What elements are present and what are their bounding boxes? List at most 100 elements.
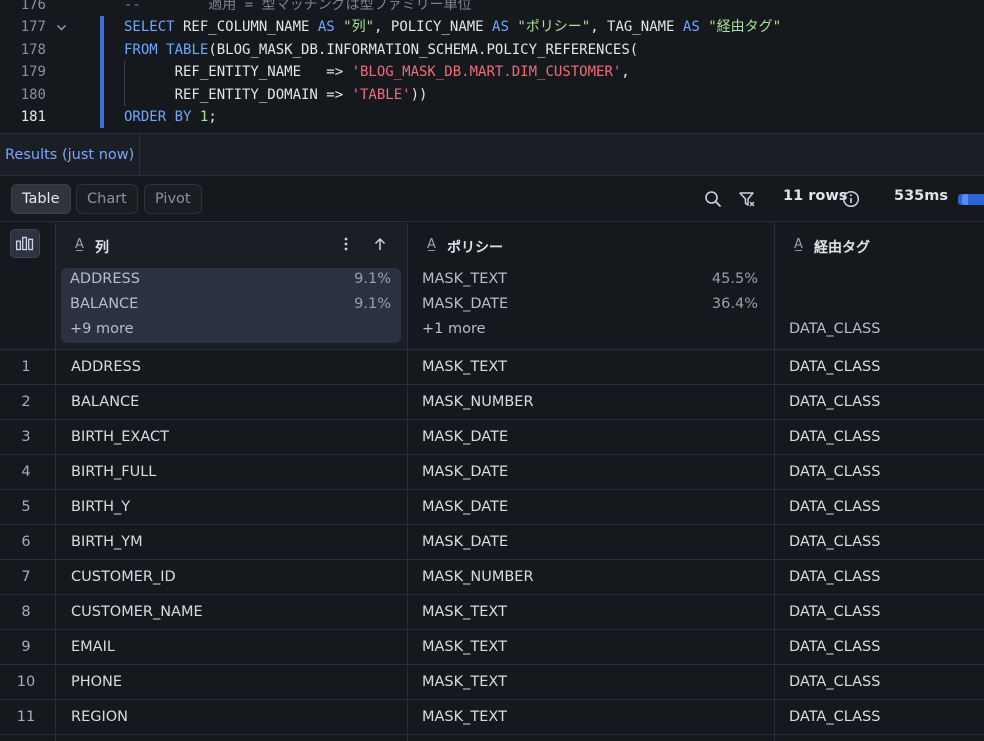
cell-tag[interactable]: DATA_CLASS (789, 525, 880, 560)
fold-chevron-icon[interactable] (56, 22, 67, 33)
cell-policy[interactable]: MASK_TEXT (422, 630, 507, 665)
code-token: "ポリシー" (517, 19, 591, 36)
code-text: ORDER BY 1; (124, 106, 217, 128)
code-line[interactable]: 176 -- 適用 = 型マッチングは型ファミリー単位 (0, 0, 984, 16)
table-row[interactable]: 4 BIRTH_FULL MASK_DATE DATA_CLASS (0, 455, 984, 490)
cell-policy[interactable]: MASK_DATE (422, 525, 508, 560)
chart-view-button[interactable]: Chart (76, 184, 138, 214)
table-row[interactable]: 11 REGION MASK_TEXT DATA_CLASS (0, 700, 984, 735)
cell-tag[interactable]: DATA_CLASS (789, 455, 880, 490)
code-line[interactable]: 179 REF_ENTITY_NAME => 'BLOG_MASK_DB.MAR… (0, 61, 984, 84)
row-number: 4 (21, 464, 31, 480)
cell-tag[interactable]: DATA_CLASS (789, 665, 880, 700)
table-row[interactable]: 7 CUSTOMER_ID MASK_NUMBER DATA_CLASS (0, 560, 984, 595)
code-token: ; (208, 109, 217, 125)
column-divider (55, 350, 56, 741)
duration-bar-segment (962, 194, 968, 205)
code-token: AS (492, 19, 509, 36)
column-divider (407, 350, 408, 741)
table-row[interactable]: 2 BALANCE MASK_NUMBER DATA_CLASS (0, 385, 984, 420)
stat-label: MASK_DATE (422, 296, 509, 312)
cell-policy[interactable]: MASK_TEXT (422, 665, 507, 700)
cell-column[interactable]: REGION (71, 700, 128, 735)
code-line[interactable]: 180 REF_ENTITY_DOMAIN => 'TABLE')) (0, 83, 984, 106)
code-token: AS (317, 19, 335, 36)
table-row[interactable]: 1 ADDRESS MASK_TEXT DATA_CLASS (0, 350, 984, 385)
cell-policy[interactable]: MASK_TEXT (422, 595, 507, 630)
comment-token: -- 適用 = 型マッチングは型ファミリー単位 (124, 0, 472, 13)
info-icon[interactable] (842, 190, 860, 208)
cell-policy[interactable]: MASK_NUMBER (422, 385, 534, 420)
cell-policy[interactable]: MASK_TEXT (422, 350, 507, 385)
cell-policy[interactable]: MASK_NUMBER (422, 560, 534, 595)
column-header-policy[interactable]: A̲ ポリシー MASK_TEXT 45.5% MASK_DATE 36.4% … (408, 223, 775, 350)
cell-column[interactable]: CUSTOMER_ID (71, 560, 176, 595)
cell-tag[interactable]: DATA_CLASS (789, 420, 880, 455)
cell-column[interactable]: BIRTH_YM (71, 525, 143, 560)
code-line[interactable]: 178 FROM TABLE(BLOG_MASK_DB.INFORMATION_S… (0, 38, 984, 62)
row-number: 9 (21, 639, 31, 655)
cell-policy[interactable]: MASK_DATE (422, 420, 508, 455)
cell-tag[interactable]: DATA_CLASS (789, 560, 880, 595)
code-text: SELECT REF_COLUMN_NAME AS "列", POLICY_NA… (124, 16, 781, 38)
more-vertical-icon[interactable] (338, 236, 354, 252)
cell-column[interactable]: BIRTH_Y (71, 490, 130, 525)
line-number: 177 (20, 19, 46, 36)
cell-tag[interactable]: DATA_CLASS (789, 385, 880, 420)
cell-column[interactable]: EMAIL (71, 630, 115, 665)
table-row[interactable]: 9 EMAIL MASK_TEXT DATA_CLASS (0, 630, 984, 665)
cell-tag[interactable]: DATA_CLASS (789, 595, 880, 630)
row-number: 5 (21, 499, 31, 515)
cell-tag[interactable]: DATA_CLASS (789, 490, 880, 525)
column-stats[interactable]: ADDRESS 9.1% BALANCE 9.1% +9 more (61, 268, 401, 343)
table-row[interactable]: 5 BIRTH_Y MASK_DATE DATA_CLASS (0, 490, 984, 525)
stat-label: BALANCE (70, 296, 139, 312)
column-divider (774, 350, 775, 741)
filter-icon[interactable] (738, 190, 756, 208)
code-token: "列" (343, 19, 375, 36)
cell-column[interactable]: BIRTH_EXACT (71, 420, 169, 455)
cell-policy[interactable]: MASK_TEXT (422, 700, 507, 735)
row-number: 7 (21, 569, 31, 585)
column-header-tag[interactable]: A̲ 経由タグ DATA_CLASS (775, 223, 984, 350)
cell-column[interactable]: PHONE (71, 665, 122, 700)
code-line[interactable]: 177 SELECT REF_COLUMN_NAME AS "列", POLICY… (0, 16, 984, 39)
table-view-button[interactable]: Table (11, 184, 71, 214)
column-title: 経由タグ (814, 240, 870, 256)
stat-label: MASK_TEXT (422, 271, 507, 287)
line-number: 178 (20, 41, 46, 58)
cell-tag[interactable]: DATA_CLASS (789, 630, 880, 665)
table-row[interactable]: 8 CUSTOMER_NAME MASK_TEXT DATA_CLASS (0, 595, 984, 630)
row-number: 2 (21, 394, 31, 410)
cell-policy[interactable]: MASK_DATE (422, 455, 508, 490)
code-token: FROM (124, 41, 158, 58)
code-text: FROM TABLE(BLOG_MASK_DB.INFORMATION_SCHE… (124, 39, 638, 61)
cell-column[interactable]: ADDRESS (71, 350, 141, 385)
table-row[interactable]: 6 BIRTH_YM MASK_DATE DATA_CLASS (0, 525, 984, 560)
results-tab[interactable]: Results (just now) (0, 134, 141, 176)
column-header-col[interactable]: A̲ 列 ADDRESS 9.1% BALANCE 9.1% +9 more (56, 223, 408, 350)
search-icon[interactable] (704, 190, 722, 208)
cell-tag[interactable]: DATA_CLASS (789, 700, 880, 735)
sort-ascending-icon[interactable] (372, 236, 388, 252)
row-number: 8 (21, 604, 31, 620)
sql-editor[interactable]: 176 -- 適用 = 型マッチングは型ファミリー単位 177 SELECT REF_… (0, 0, 984, 133)
cell-column[interactable]: BALANCE (71, 385, 139, 420)
table-row[interactable]: 3 BIRTH_EXACT MASK_DATE DATA_CLASS (0, 420, 984, 455)
selection-marker (100, 38, 104, 62)
code-token: TABLE (166, 41, 209, 58)
code-text: REF_ENTITY_NAME => 'BLOG_MASK_DB.MART.DI… (124, 61, 630, 83)
stat-percent: 9.1% (354, 271, 391, 287)
pivot-view-button[interactable]: Pivot (144, 184, 202, 214)
cell-column[interactable]: CUSTOMER_NAME (71, 595, 203, 630)
table-row[interactable]: 10 PHONE MASK_TEXT DATA_CLASS (0, 665, 984, 700)
selection-marker (100, 16, 104, 39)
column-stats-toggle[interactable] (10, 229, 40, 258)
cell-column[interactable]: BIRTH_FULL (71, 455, 156, 490)
cell-tag[interactable]: DATA_CLASS (789, 350, 880, 385)
code-line[interactable]: 181 ORDER BY 1; (0, 106, 984, 129)
cell-policy[interactable]: MASK_DATE (422, 490, 508, 525)
stat-more: +1 more (422, 321, 486, 337)
